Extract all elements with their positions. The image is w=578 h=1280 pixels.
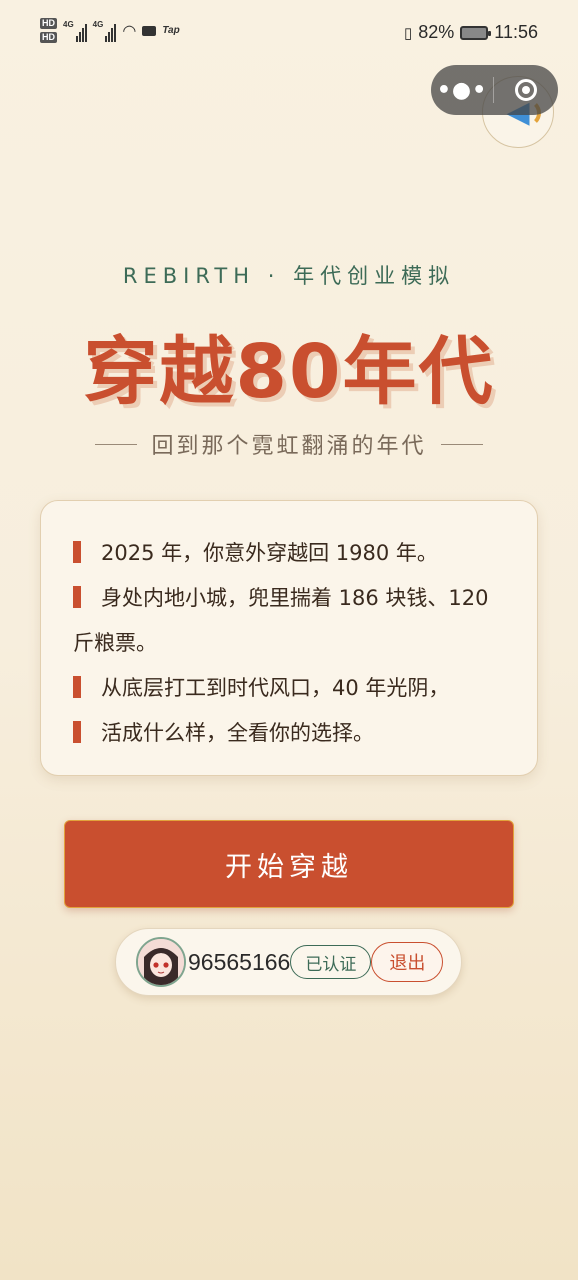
page-title: 穿越80年代 <box>83 329 495 415</box>
verified-badge: 已认证 <box>290 945 372 979</box>
story-line: 从底层打工到时代风口，40 年光阴， <box>73 666 505 711</box>
divider-line <box>440 443 483 445</box>
more-dots-icon[interactable]: •●• <box>431 78 493 103</box>
story-card: 2025 年，你意外穿越回 1980 年。 身处内地小城，兜里揣着 186 块钱… <box>40 500 538 776</box>
target-close-icon <box>515 79 537 101</box>
story-line: 身处内地小城，兜里揣着 186 块钱、120 斤粮票。 <box>73 586 489 655</box>
battery-icon <box>460 25 492 40</box>
user-info: 96565166 已认证 退出 <box>115 928 462 996</box>
tap-label: Tap <box>162 25 180 36</box>
user-id: 96565166 <box>188 948 291 975</box>
close-miniprogram-button[interactable] <box>494 79 558 101</box>
story-line: 2025 年，你意外穿越回 1980 年。 <box>73 531 505 576</box>
wifi-icon: ◠ <box>122 22 137 40</box>
status-bar: HD HD 4G 4G ◠ Tap ▯ 82% 11:56 <box>0 0 578 68</box>
signal-icon: 4G <box>93 20 117 42</box>
clock: 11:56 <box>494 22 538 42</box>
divider-line <box>95 443 138 445</box>
tagline: REBIRTH · 年代创业模拟 <box>122 264 456 288</box>
signal-icon: 4G <box>63 20 87 42</box>
battery-percent: 82% <box>418 22 455 42</box>
subtitle: 回到那个霓虹翻涌的年代 <box>0 428 578 460</box>
hd-badge: HD <box>40 18 57 29</box>
bullet-bar <box>73 586 81 608</box>
miniprogram-capsule: •●• <box>431 65 558 115</box>
camera-icon <box>142 25 157 36</box>
status-left: HD HD 4G 4G ◠ Tap <box>40 18 180 43</box>
start-button[interactable]: 开始穿越 <box>64 820 514 908</box>
bullet-bar <box>73 541 81 563</box>
vibrate-icon: ▯ <box>403 24 413 42</box>
story-line: 活成什么样，全看你的选择。 <box>73 711 505 756</box>
subtitle-text: 回到那个霓虹翻涌的年代 <box>151 434 427 459</box>
status-right: ▯ 82% 11:56 <box>404 22 538 43</box>
logout-button[interactable]: 退出 <box>371 942 444 982</box>
hd-badge: HD <box>40 32 57 43</box>
avatar[interactable] <box>136 937 186 987</box>
bullet-bar <box>73 676 81 698</box>
bullet-bar <box>73 721 81 743</box>
